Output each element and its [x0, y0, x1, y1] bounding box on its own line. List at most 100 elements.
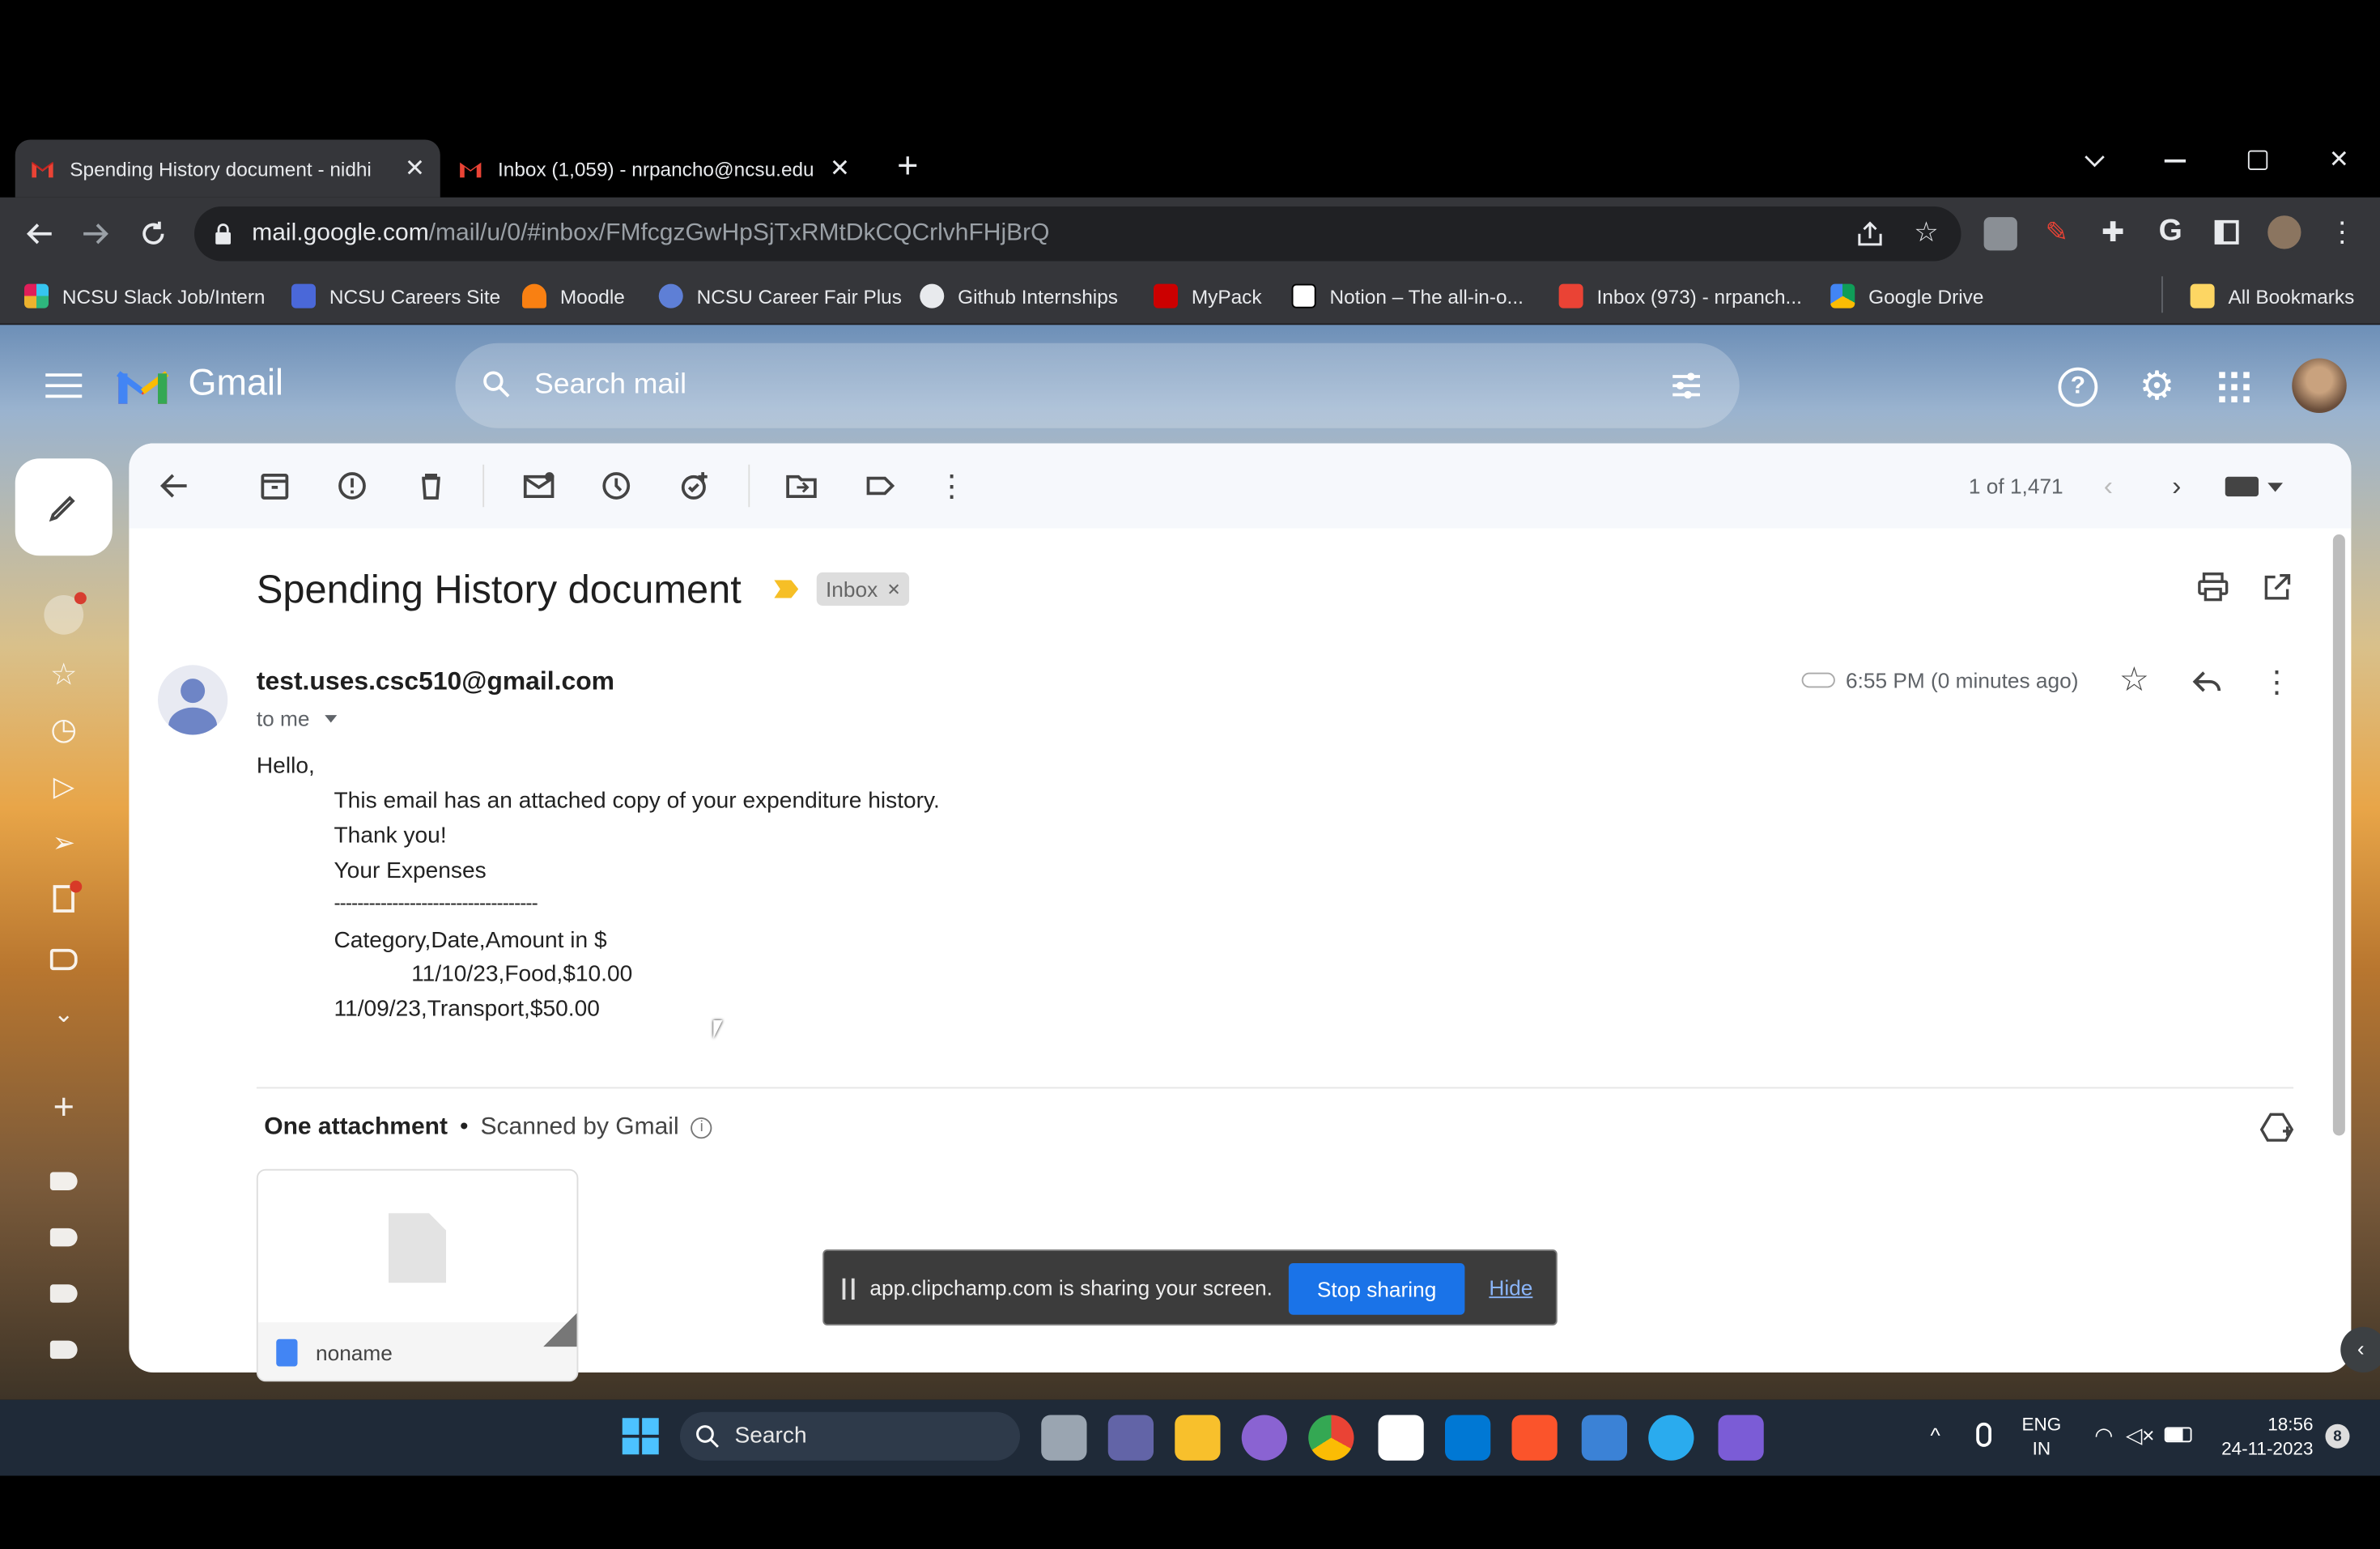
language-indicator[interactable]: ENG IN	[2022, 1412, 2062, 1461]
stop-sharing-button[interactable]: Stop sharing	[1288, 1263, 1465, 1315]
attachment-card[interactable]: noname	[256, 1168, 579, 1382]
extension-icon[interactable]	[1983, 217, 2017, 251]
teams-icon[interactable]	[1107, 1415, 1154, 1461]
label-tag-icon[interactable]	[45, 1275, 82, 1312]
bookmark-inbox[interactable]: Inbox (973) - nrpanch...	[1558, 279, 1802, 313]
account-avatar[interactable]	[2292, 358, 2347, 413]
chrome-menu-icon[interactable]: ⋮	[2327, 215, 2357, 249]
windows-start-icon[interactable]	[622, 1418, 659, 1455]
more-chevron-icon[interactable]: ⌄	[45, 996, 82, 1032]
more-options-icon[interactable]: ⋮	[935, 469, 968, 503]
bookmark-mypack[interactable]: MyPack	[1154, 279, 1262, 313]
tab-inbox[interactable]: Inbox (1,059) - nrpancho@ncsu.edu ✕	[444, 140, 865, 198]
search-bar[interactable]: Search mail	[455, 343, 1740, 428]
bookmark-drive[interactable]: Google Drive	[1830, 279, 1983, 313]
recipient-line[interactable]: to me	[257, 706, 338, 730]
task-view-icon[interactable]	[1041, 1415, 1087, 1461]
add-to-drive-icon[interactable]	[2259, 1112, 2295, 1145]
bookmark-moodle[interactable]: Moodle	[522, 279, 625, 313]
print-icon[interactable]	[2196, 572, 2229, 603]
lock-icon[interactable]	[213, 222, 234, 246]
older-chevron-icon[interactable]: ›	[2163, 470, 2191, 500]
apps-grid-icon[interactable]	[2219, 372, 2250, 402]
restore-icon[interactable]	[2247, 150, 2268, 170]
help-icon[interactable]: ?	[2058, 367, 2098, 407]
settings-gear-icon[interactable]: ⚙	[2136, 362, 2178, 407]
microphone-icon[interactable]	[1976, 1422, 1991, 1447]
grammarly-icon[interactable]: G	[2153, 213, 2189, 249]
scrollbar[interactable]	[2332, 534, 2345, 1136]
all-bookmarks[interactable]: All Bookmarks	[2190, 279, 2354, 313]
brave-icon[interactable]	[1511, 1415, 1558, 1461]
inbox-label-chip[interactable]: Inbox ✕	[816, 572, 911, 606]
open-in-new-window-icon[interactable]	[2262, 572, 2293, 603]
close-tab-icon[interactable]: ✕	[830, 153, 850, 184]
bookmark-github[interactable]: Github Internships	[920, 279, 1118, 313]
close-window-icon[interactable]: ✕	[2323, 143, 2356, 176]
label-tag-icon[interactable]	[45, 1331, 82, 1368]
vscode-icon[interactable]	[1445, 1415, 1491, 1461]
notification-badge[interactable]: 8	[2325, 1423, 2350, 1449]
bookmark-careers[interactable]: NCSU Careers Site	[291, 279, 500, 313]
bookmark-notion[interactable]: Notion – The all-in-o...	[1291, 279, 1524, 313]
sender-avatar[interactable]	[158, 665, 228, 735]
delete-icon[interactable]	[414, 469, 448, 502]
volume-muted-icon[interactable]: ◁×	[2125, 1421, 2156, 1449]
search-options-icon[interactable]	[1670, 369, 1703, 402]
search-icon[interactable]	[482, 371, 510, 398]
taskbar-search[interactable]: Search	[680, 1411, 1020, 1461]
snoozed-icon[interactable]: ◷	[45, 711, 82, 747]
side-panel-icon[interactable]	[2214, 219, 2239, 245]
extension-pen-icon[interactable]: ✎	[2040, 215, 2073, 249]
notes-icon[interactable]	[1581, 1415, 1627, 1461]
telegram-icon[interactable]	[1648, 1415, 1694, 1461]
share-icon[interactable]	[1855, 219, 1885, 249]
inbox-icon[interactable]	[44, 592, 87, 635]
gmail-logo-icon[interactable]	[116, 364, 171, 407]
clipchamp-icon[interactable]	[1718, 1415, 1764, 1461]
tab-search-icon[interactable]	[2076, 143, 2113, 179]
move-to-icon[interactable]	[784, 469, 818, 502]
clock[interactable]: 18:56 24-11-2023	[2213, 1412, 2313, 1461]
reload-icon[interactable]	[135, 215, 172, 252]
bookmark-slack[interactable]: NCSU Slack Job/Intern	[24, 279, 266, 313]
chrome-icon[interactable]	[1308, 1415, 1354, 1461]
show-hidden-icons-icon[interactable]: ^	[1922, 1421, 1949, 1449]
back-to-inbox-icon[interactable]	[158, 469, 191, 502]
input-tools-icon[interactable]	[2225, 476, 2259, 497]
newer-chevron-icon[interactable]: ‹	[2095, 470, 2123, 500]
main-menu-icon[interactable]	[45, 371, 83, 402]
drafts-icon[interactable]	[45, 880, 83, 917]
label-tag-icon[interactable]	[45, 1163, 82, 1199]
add-task-icon[interactable]	[678, 469, 712, 502]
tab-spending-history[interactable]: Spending History document - nidhi ✕	[15, 139, 440, 198]
sender-email[interactable]: test.uses.csc510@gmail.com	[257, 666, 614, 697]
info-icon[interactable]: i	[691, 1117, 712, 1138]
compose-button[interactable]	[15, 458, 113, 556]
forward-icon[interactable]	[78, 215, 114, 252]
minimize-icon[interactable]	[2164, 159, 2186, 162]
profile-avatar[interactable]	[2264, 212, 2305, 253]
sent-icon[interactable]: ➢	[45, 824, 82, 861]
label-icon[interactable]	[45, 942, 82, 978]
snooze-icon[interactable]	[600, 469, 633, 502]
important-icon[interactable]: ▷	[45, 768, 82, 805]
wifi-icon[interactable]: ◠	[2089, 1421, 2119, 1449]
hide-link[interactable]: Hide	[1489, 1275, 1532, 1300]
report-spam-icon[interactable]	[335, 469, 368, 502]
address-bar[interactable]: mail.google.com/mail/u/0/#inbox/FMfcgzGw…	[194, 206, 1961, 262]
bookmark-career-fair[interactable]: NCSU Career Fair Plus	[658, 279, 902, 313]
close-tab-icon[interactable]: ✕	[405, 153, 425, 184]
file-explorer-icon[interactable]	[1175, 1415, 1221, 1461]
message-more-icon[interactable]: ⋮	[2262, 665, 2293, 699]
new-tab-icon[interactable]: +	[886, 146, 929, 189]
mark-unread-icon[interactable]	[522, 469, 555, 502]
remove-label-icon[interactable]: ✕	[886, 579, 900, 599]
input-tools-dropdown-icon[interactable]	[2267, 483, 2283, 492]
extensions-puzzle-icon[interactable]: ✚	[2096, 215, 2129, 249]
label-tag-icon[interactable]	[45, 1219, 82, 1256]
add-label-icon[interactable]: +	[45, 1087, 82, 1129]
star-icon[interactable]: ☆	[2118, 661, 2151, 699]
labels-icon[interactable]	[864, 469, 897, 502]
battery-icon[interactable]	[2164, 1427, 2192, 1443]
